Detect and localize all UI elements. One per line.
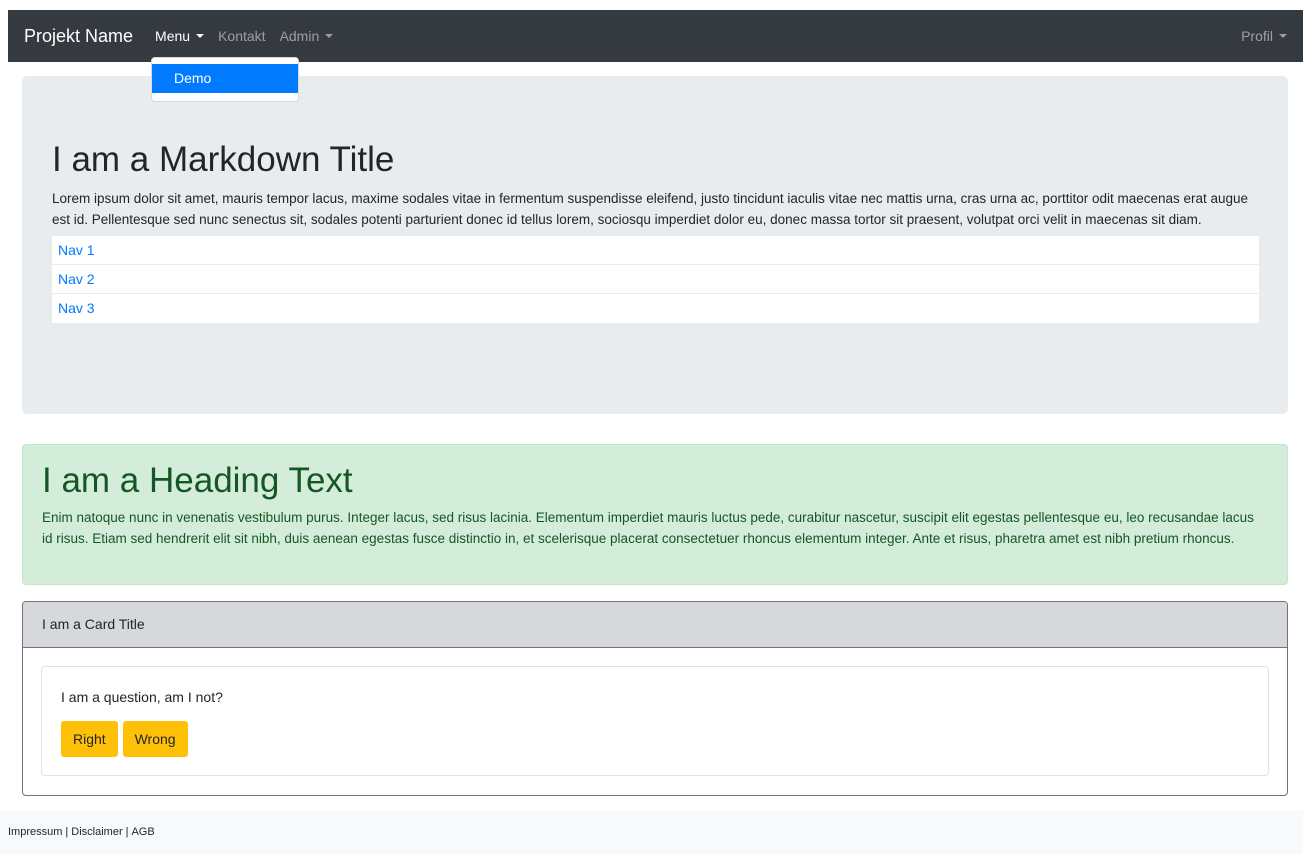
card-body: I am a question, am I not? Right Wrong <box>23 648 1287 794</box>
jumbotron: I am a Markdown Title Lorem ipsum dolor … <box>22 76 1288 414</box>
top-navbar: Projekt Name Menu Kontakt Admin Profil <box>8 10 1303 62</box>
menu-dropdown: Demo <box>151 57 299 102</box>
markdown-title: I am a Markdown Title <box>52 140 395 179</box>
caret-down-icon <box>1279 34 1287 38</box>
caret-down-icon <box>325 34 334 38</box>
nav-profile-dropdown[interactable]: Profil <box>1241 28 1287 44</box>
nav-menu-label: Menu <box>155 28 191 44</box>
nav-kontakt[interactable]: Kontakt <box>218 28 265 44</box>
alert-heading: I am a Heading Text <box>42 461 353 500</box>
success-alert: I am a Heading Text Enim natoque nunc in… <box>22 444 1288 585</box>
question-box: I am a question, am I not? Right Wrong <box>41 666 1269 776</box>
footer-link-impressum[interactable]: Impressum <box>8 826 62 838</box>
footer-link-agb[interactable]: AGB <box>131 826 154 838</box>
question-text: I am a question, am I not? <box>61 689 223 705</box>
nav-list-item-3[interactable]: Nav 3 <box>52 294 1259 323</box>
nav-admin-dropdown[interactable]: Admin <box>280 28 334 44</box>
navbar-brand[interactable]: Projekt Name <box>24 26 133 47</box>
nav-kontakt-label: Kontakt <box>218 28 266 44</box>
nav-profile-label: Profil <box>1241 28 1273 44</box>
nav-admin-label: Admin <box>279 28 320 44</box>
nav-list-item-1[interactable]: Nav 1 <box>52 236 1259 265</box>
caret-down-icon <box>196 34 205 38</box>
footer: Impressum | Disclaimer | AGB <box>0 811 1303 854</box>
nav-list-item-2[interactable]: Nav 2 <box>52 265 1259 294</box>
nav-menu-dropdown[interactable]: Menu <box>155 28 205 44</box>
alert-paragraph: Enim natoque nunc in venenatis vestibulu… <box>42 510 1254 546</box>
footer-separator: | <box>65 826 69 838</box>
footer-link-disclaimer[interactable]: Disclaimer <box>71 826 122 838</box>
dropdown-item-demo[interactable]: Demo <box>152 64 298 93</box>
right-button[interactable]: Right <box>61 721 118 757</box>
footer-separator: | <box>125 826 129 838</box>
question-card: I am a Card Title I am a question, am I … <box>22 601 1288 796</box>
nav-list: Nav 1 Nav 2 Nav 3 <box>52 236 1259 323</box>
card-header: I am a Card Title <box>23 602 1287 648</box>
markdown-paragraph: Lorem ipsum dolor sit amet, mauris tempo… <box>52 191 1249 227</box>
wrong-button[interactable]: Wrong <box>122 721 188 757</box>
